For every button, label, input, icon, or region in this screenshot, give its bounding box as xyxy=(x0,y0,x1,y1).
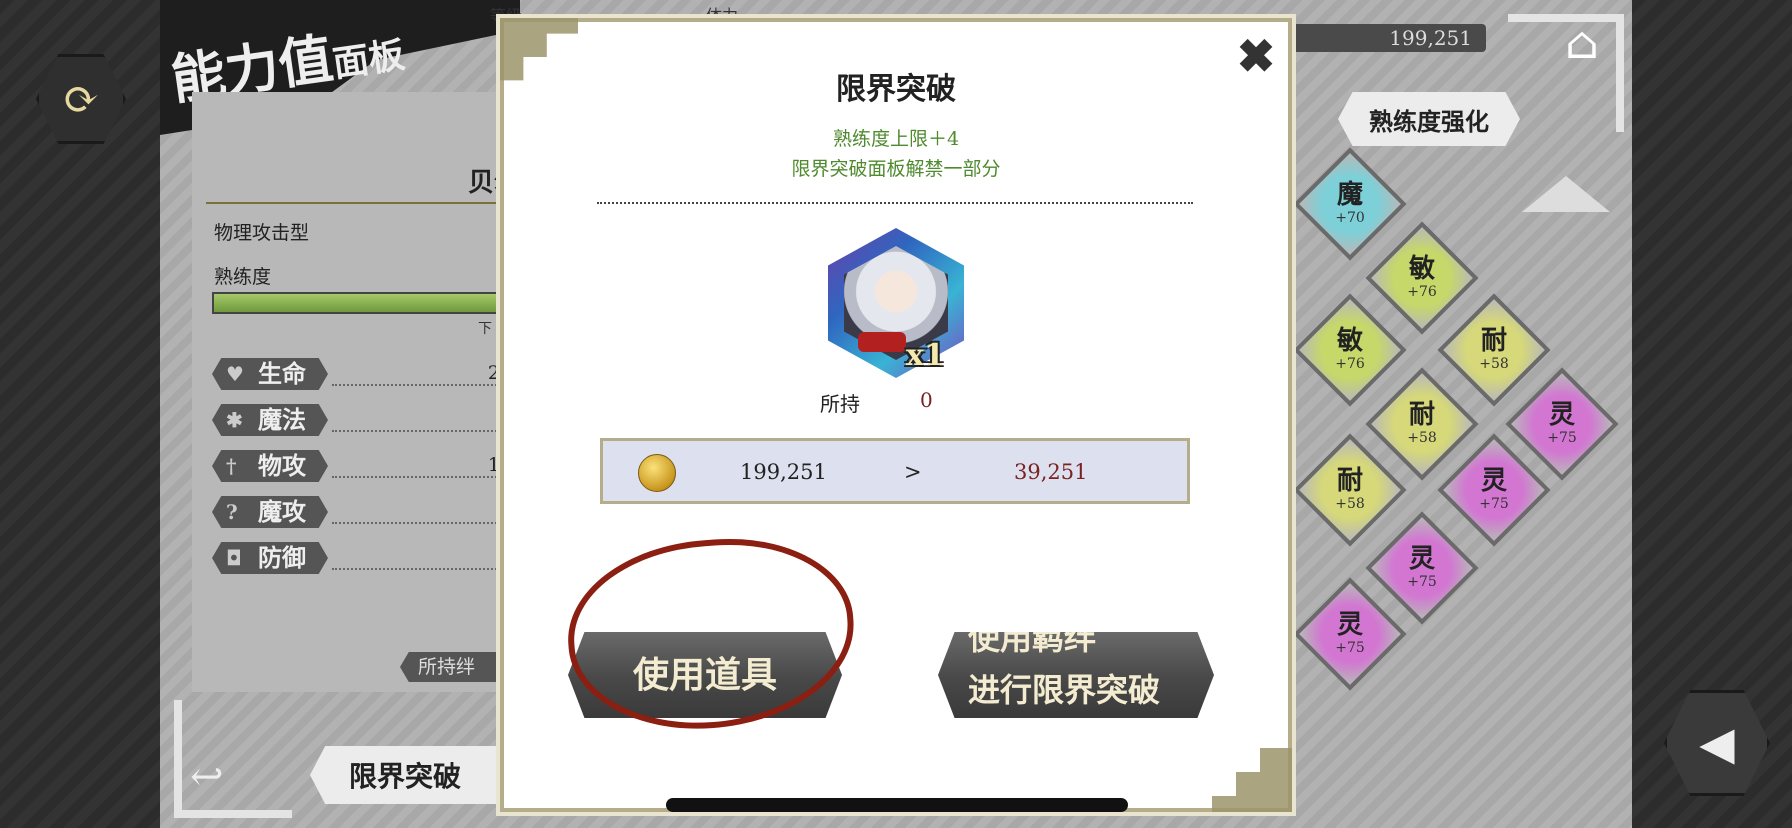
home-button[interactable]: ⌂ xyxy=(1550,18,1614,72)
back-button[interactable]: ↩ xyxy=(190,754,224,800)
tab-limit-break[interactable]: 限界突破 xyxy=(310,746,500,804)
speaker-icon: ◀ xyxy=(1699,716,1735,770)
grid-cell-stat: 耐 xyxy=(1336,466,1363,496)
grid-cell-label: 灵 +75 xyxy=(1454,450,1534,530)
stat-leader xyxy=(332,430,512,432)
stat-row: †物攻16 xyxy=(212,450,512,484)
modal-desc-line1: 熟练度上限＋4 xyxy=(832,128,960,150)
stats-panel xyxy=(192,92,512,692)
grid-cell-label: 灵 +75 xyxy=(1310,594,1390,674)
grid-cell-label: 耐 +58 xyxy=(1382,384,1462,464)
grid-cell-value: +75 xyxy=(1479,496,1509,512)
proficiency-label: 熟练度 xyxy=(214,266,272,288)
grid-cell-label: 灵 +75 xyxy=(1522,384,1602,464)
bond-label: 所持绊 xyxy=(400,652,510,682)
grid-cell-value: +58 xyxy=(1479,356,1509,372)
grid-cell-stat: 灵 xyxy=(1408,544,1435,574)
home-indicator[interactable] xyxy=(666,798,1128,812)
stat-tag: ✱ 魔法 xyxy=(212,404,328,436)
proficiency-sub: 下 xyxy=(478,321,492,337)
grid-cell-stat: 魔 xyxy=(1336,180,1363,210)
item-count: x1 xyxy=(906,338,945,373)
grid-cell-value: +76 xyxy=(1335,356,1365,372)
magic-icon: ✱ xyxy=(226,408,243,432)
proficiency-grid: 魔 +70 敏 +76 敏 +76 耐 +58 耐 +58 灵 +75 耐 +58 灵 +75 灵 +75 灵 +75 xyxy=(1290,110,1630,810)
stat-leader xyxy=(332,476,512,478)
coin-icon xyxy=(638,454,676,492)
home-icon: ⌂ xyxy=(1565,18,1599,69)
grid-cell-value: +58 xyxy=(1335,496,1365,512)
character-type: 物理攻击型 xyxy=(214,222,310,244)
use-bond-line2: 进行限界突破 xyxy=(968,671,1161,709)
use-bond-button[interactable]: 使用羁绊 进行限界突破 xyxy=(938,632,1214,718)
cost-arrow: > xyxy=(904,460,922,484)
grid-cell-stat: 敏 xyxy=(1336,326,1363,356)
back-arrow-icon: ↩ xyxy=(190,754,224,800)
grid-cell-label: 敏 +76 xyxy=(1382,238,1462,318)
grid-cell-value: +75 xyxy=(1547,430,1577,446)
stat-row: ♥生命24 xyxy=(212,358,512,392)
stat-leader xyxy=(332,384,512,386)
grid-cell-stat: 敏 xyxy=(1408,254,1435,284)
grid-cell-label: 耐 +58 xyxy=(1310,450,1390,530)
grid-cell-value: +58 xyxy=(1407,430,1437,446)
stat-label: 物攻 xyxy=(258,451,306,480)
stat-leader xyxy=(332,568,512,570)
stat-label: 防御 xyxy=(258,543,306,572)
stat-row: ?魔攻3 xyxy=(212,496,512,530)
cost-after: 39,251 xyxy=(1014,460,1088,484)
proficiency-bar xyxy=(212,292,516,314)
shield-icon: ◘ xyxy=(226,546,242,570)
modal-desc-line2: 限界突破面板解禁一部分 xyxy=(791,158,1001,180)
grid-cell-stat: 灵 xyxy=(1548,400,1575,430)
stat-label: 生命 xyxy=(258,359,306,388)
grid-cell-stat: 灵 xyxy=(1480,466,1507,496)
grid-cell-stat: 耐 xyxy=(1480,326,1507,356)
cost-box xyxy=(600,438,1190,504)
grid-cell-value: +75 xyxy=(1407,574,1437,590)
modal-title: 限界突破 xyxy=(836,72,956,107)
cost-current: 199,251 xyxy=(740,460,827,484)
grid-cell-value: +75 xyxy=(1335,640,1365,656)
stat-tag: ♥ 生命 xyxy=(212,358,328,390)
grid-cell-stat: 耐 xyxy=(1408,400,1435,430)
owned-value: 0 xyxy=(920,388,933,412)
stat-leader xyxy=(332,522,512,524)
magic-attack-icon: ? xyxy=(226,500,238,524)
grid-cell-label: 灵 +75 xyxy=(1382,528,1462,608)
stat-tag: † 物攻 xyxy=(212,450,328,482)
owned-label: 所持 xyxy=(820,392,860,416)
grid-cell-value: +76 xyxy=(1407,284,1437,300)
sword-icon: † xyxy=(226,454,237,478)
grid-cell-value: +70 xyxy=(1335,210,1365,226)
stat-tag: ? 魔攻 xyxy=(212,496,328,528)
portrait-scarf xyxy=(858,332,906,352)
grid-cell-label: 敏 +76 xyxy=(1310,310,1390,390)
grid-cell-stat: 灵 xyxy=(1336,610,1363,640)
refresh-icon: ⟳ xyxy=(62,73,100,125)
stat-row: ✱魔法2 xyxy=(212,404,512,438)
heart-icon: ♥ xyxy=(226,362,244,386)
gold-amount: 199,251 xyxy=(1280,24,1486,52)
grid-cell-label: 魔 +70 xyxy=(1310,164,1390,244)
grid-cell-label: 耐 +58 xyxy=(1454,310,1534,390)
modal-divider xyxy=(597,202,1193,204)
stat-tag: ◘ 防御 xyxy=(212,542,328,574)
divider xyxy=(206,202,506,204)
stat-label: 魔法 xyxy=(258,405,306,434)
stat-row: ◘防御5 xyxy=(212,542,512,576)
stat-label: 魔攻 xyxy=(258,497,306,526)
